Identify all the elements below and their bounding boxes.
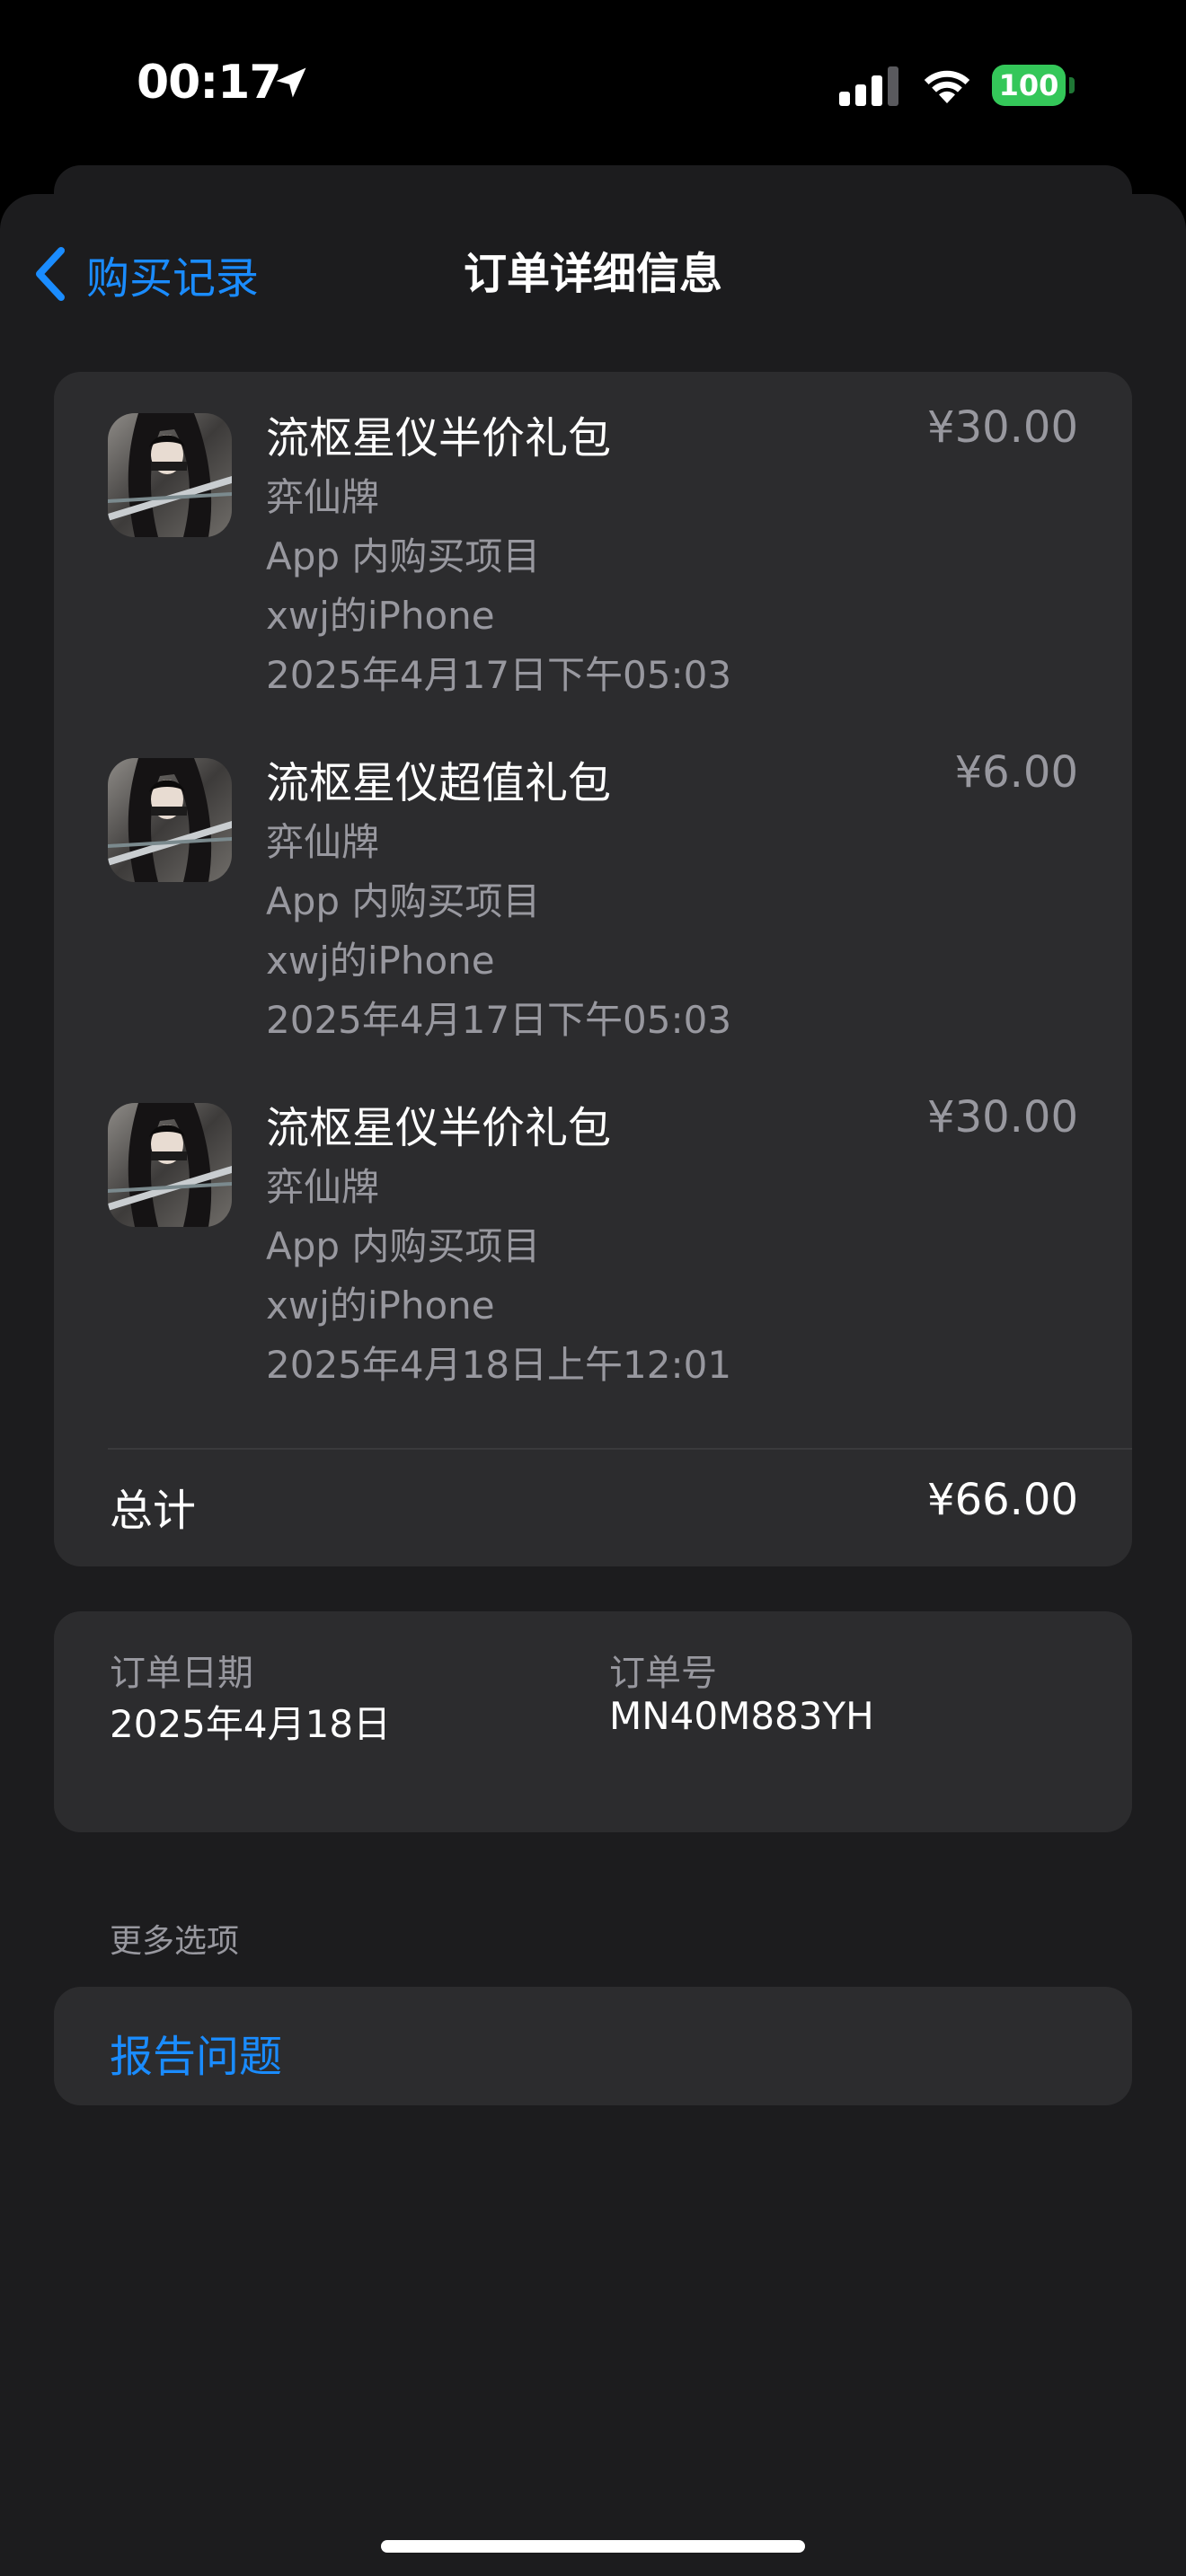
- total-divider: [108, 1448, 1132, 1450]
- item-datetime: 2025年4月18日上午12:01: [266, 1343, 732, 1387]
- screen: 00:17 100 订单详细信息 购买记录 流枢星仪半价礼包 ¥30.00 弈仙…: [0, 0, 1186, 2576]
- game-app-icon: [108, 1103, 232, 1227]
- item-title: 流枢星仪半价礼包: [266, 1103, 612, 1153]
- purchase-item[interactable]: 流枢星仪半价礼包 ¥30.00 弈仙牌 App 内购买项目 xwj的iPhone…: [54, 1062, 1132, 1407]
- location-arrow-icon: [276, 67, 306, 98]
- item-title: 流枢星仪超值礼包: [266, 758, 612, 808]
- item-datetime: 2025年4月17日下午05:03: [266, 998, 732, 1042]
- game-app-icon: [108, 758, 232, 882]
- total-label: 总计: [110, 1486, 197, 1536]
- purchase-item[interactable]: 流枢星仪半价礼包 ¥30.00 弈仙牌 App 内购买项目 xwj的iPhone…: [54, 372, 1132, 717]
- purchase-items-card: 流枢星仪半价礼包 ¥30.00 弈仙牌 App 内购买项目 xwj的iPhone…: [54, 372, 1132, 1566]
- status-bar: 00:17 100: [0, 0, 1186, 171]
- item-price: ¥30.00: [927, 1092, 1078, 1142]
- item-device: xwj的iPhone: [266, 594, 495, 638]
- back-button[interactable]: 购买记录: [32, 243, 259, 305]
- item-device: xwj的iPhone: [266, 1284, 495, 1328]
- item-title: 流枢星仪半价礼包: [266, 413, 612, 463]
- wifi-icon: [924, 70, 970, 103]
- order-date-value: 2025年4月18日: [110, 1702, 392, 1746]
- item-price: ¥30.00: [927, 402, 1078, 453]
- battery-level: 100: [998, 68, 1059, 102]
- purchase-item[interactable]: 流枢星仪超值礼包 ¥6.00 弈仙牌 App 内购买项目 xwj的iPhone …: [54, 717, 1132, 1062]
- item-type: App 内购买项目: [266, 1224, 541, 1268]
- item-type: App 内购买项目: [266, 534, 541, 578]
- order-date-label: 订单日期: [110, 1653, 253, 1694]
- item-type: App 内购买项目: [266, 879, 541, 923]
- report-problem-button[interactable]: 报告问题: [54, 1987, 1132, 2105]
- item-developer: 弈仙牌: [266, 475, 380, 519]
- status-time: 00:17: [137, 56, 282, 110]
- item-developer: 弈仙牌: [266, 820, 380, 864]
- item-device: xwj的iPhone: [266, 939, 495, 983]
- item-price: ¥6.00: [954, 747, 1078, 798]
- game-app-icon: [108, 413, 232, 537]
- chevron-left-icon: [36, 247, 65, 301]
- cellular-signal-icon: [839, 66, 898, 106]
- order-details-sheet: 订单详细信息 购买记录 流枢星仪半价礼包 ¥30.00 弈仙牌 App 内购买项…: [0, 194, 1186, 2576]
- order-number-value: MN40M883YH: [609, 1694, 874, 1738]
- battery-indicator: 100: [992, 65, 1075, 106]
- order-number-label: 订单号: [609, 1653, 717, 1694]
- order-info-card: 订单日期 2025年4月18日 订单号 MN40M883YH: [54, 1611, 1132, 1832]
- more-options-section-label: 更多选项: [110, 1923, 240, 1960]
- battery-cap: [1069, 77, 1075, 93]
- item-developer: 弈仙牌: [266, 1165, 380, 1209]
- total-value: ¥66.00: [927, 1475, 1078, 1525]
- home-indicator[interactable]: [381, 2540, 805, 2553]
- report-problem-label: 报告问题: [110, 2032, 283, 2082]
- item-datetime: 2025年4月17日下午05:03: [266, 653, 732, 697]
- back-button-label: 购买记录: [86, 253, 260, 304]
